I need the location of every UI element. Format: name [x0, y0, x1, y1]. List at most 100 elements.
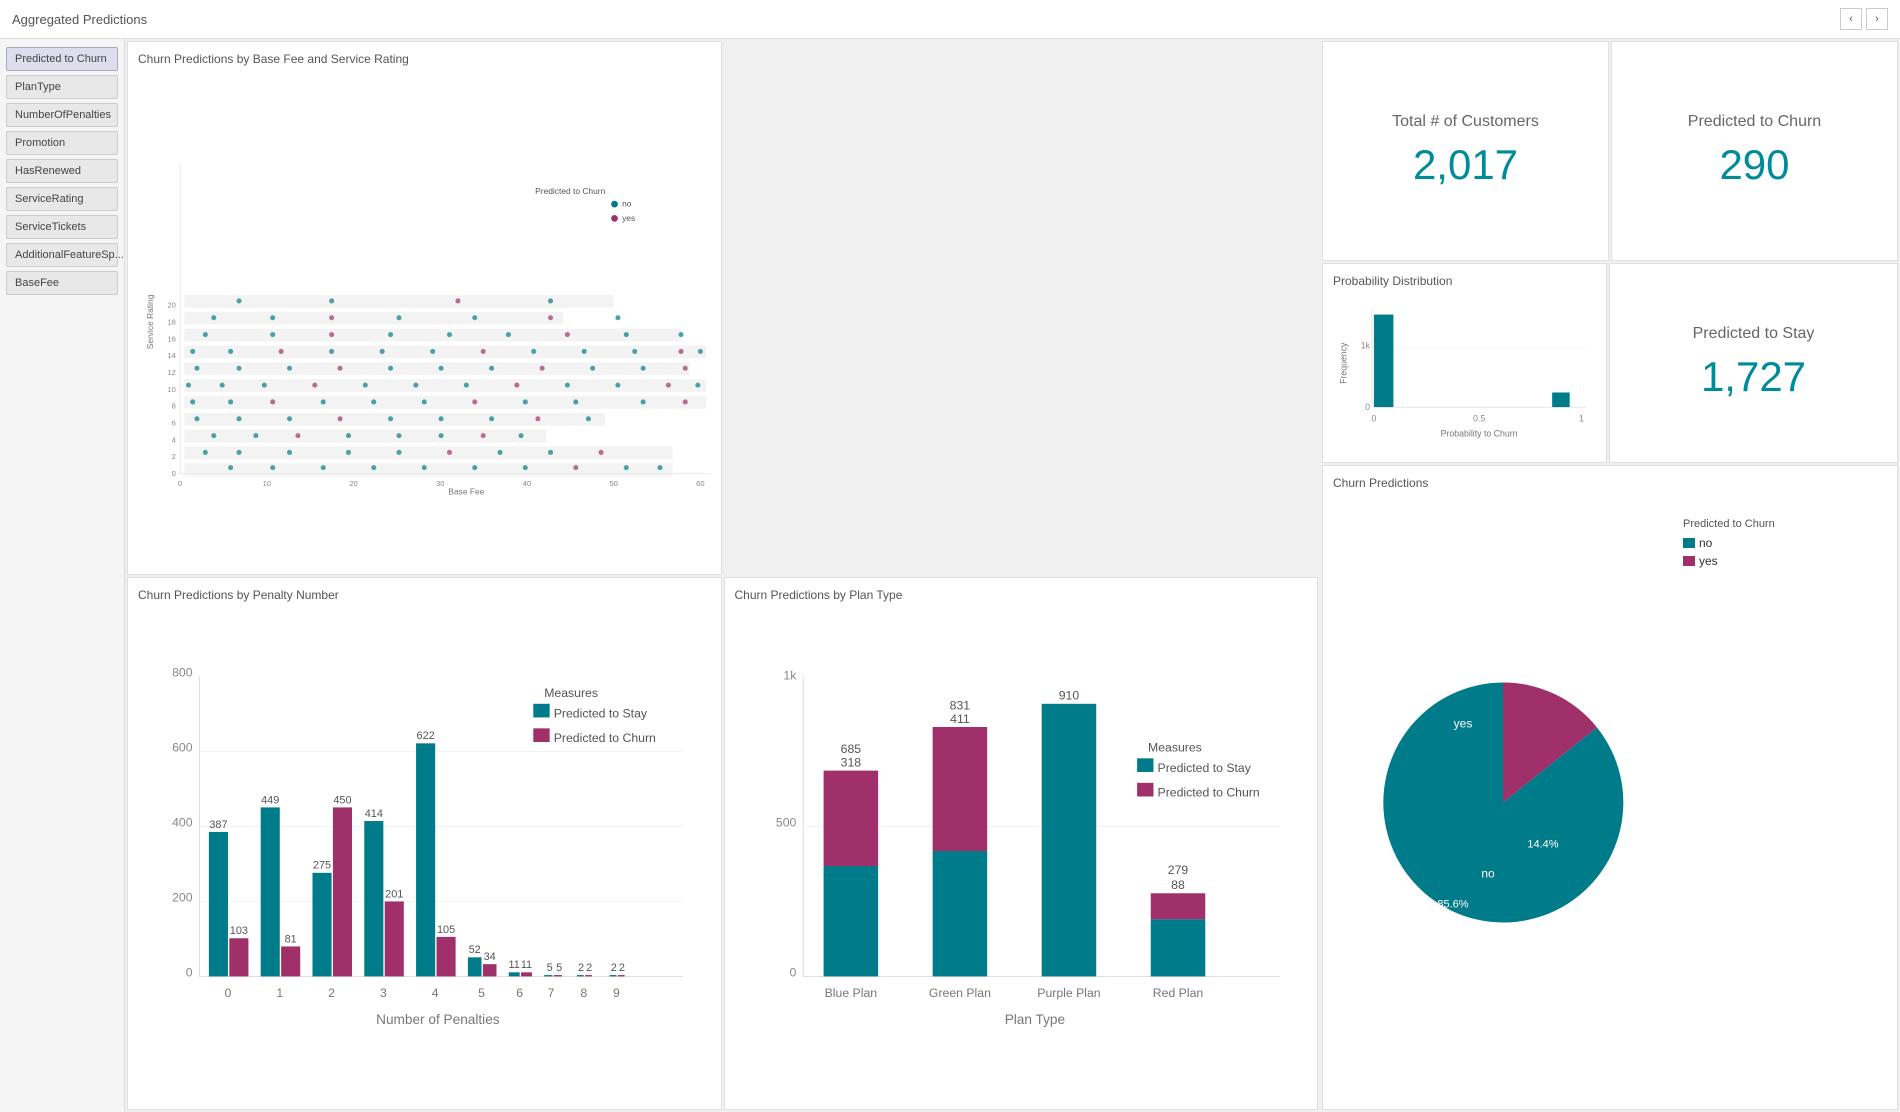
- svg-text:0: 0: [178, 479, 182, 488]
- svg-text:414: 414: [365, 807, 383, 819]
- svg-text:60: 60: [696, 479, 704, 488]
- svg-text:2: 2: [619, 961, 625, 973]
- svg-text:411: 411: [950, 711, 970, 725]
- svg-text:3: 3: [380, 985, 387, 999]
- svg-text:0: 0: [1371, 414, 1376, 424]
- svg-text:Probability to Churn: Probability to Churn: [1441, 428, 1518, 438]
- svg-text:yes: yes: [1454, 717, 1473, 731]
- svg-text:831: 831: [949, 698, 970, 712]
- svg-text:103: 103: [230, 925, 248, 937]
- svg-text:8: 8: [172, 402, 176, 411]
- svg-text:685: 685: [840, 741, 861, 755]
- svg-text:20: 20: [167, 301, 175, 310]
- svg-text:Frequency: Frequency: [1339, 342, 1349, 384]
- svg-text:16: 16: [167, 334, 175, 343]
- svg-text:Measures: Measures: [1148, 740, 1202, 754]
- scatter-panel: Churn Predictions by Base Fee and Servic…: [127, 41, 722, 575]
- svg-text:1: 1: [276, 985, 283, 999]
- svg-text:85.6%: 85.6%: [1437, 899, 1468, 911]
- svg-text:105: 105: [437, 923, 455, 935]
- svg-text:11: 11: [509, 959, 520, 971]
- svg-text:18: 18: [167, 317, 175, 326]
- svg-text:7: 7: [548, 985, 555, 999]
- prob-dist-svg: Frequency 1k 0 0 0.5 1 Probability to: [1333, 296, 1596, 450]
- churn-predictions-title: Churn Predictions: [1333, 476, 1887, 490]
- sidebar-item-servicetickets[interactable]: ServiceTickets: [6, 215, 118, 239]
- sidebar-item-predicted-to-churn[interactable]: Predicted to Churn: [6, 47, 118, 71]
- svg-text:0: 0: [225, 985, 232, 999]
- svg-text:no: no: [1481, 867, 1495, 881]
- svg-text:yes: yes: [622, 213, 635, 223]
- svg-text:12: 12: [167, 368, 175, 377]
- svg-text:318: 318: [840, 755, 861, 769]
- legend-no: no: [1683, 536, 1775, 550]
- svg-text:2: 2: [586, 961, 592, 973]
- svg-text:279: 279: [1167, 863, 1188, 877]
- svg-text:0: 0: [789, 965, 796, 979]
- predicted-stay-label: Predicted to Stay: [1693, 325, 1815, 343]
- bar-plan-panel: Churn Predictions by Plan Type 0 500 1k …: [724, 577, 1319, 1111]
- sidebar-item-plantype[interactable]: PlanType: [6, 75, 118, 99]
- svg-text:4: 4: [172, 435, 176, 444]
- total-customers-card: Total # of Customers 2,017: [1322, 41, 1609, 261]
- svg-text:11: 11: [521, 959, 532, 971]
- svg-text:0.5: 0.5: [1473, 414, 1485, 424]
- svg-text:Green Plan: Green Plan: [928, 985, 990, 999]
- svg-text:0: 0: [1365, 402, 1370, 412]
- predicted-churn-label: Predicted to Churn: [1688, 113, 1821, 131]
- bar-plan-title: Churn Predictions by Plan Type: [735, 588, 1308, 602]
- svg-text:600: 600: [172, 740, 193, 754]
- bar-penalty-panel: Churn Predictions by Penalty Number 0 20…: [127, 577, 722, 1111]
- svg-text:34: 34: [484, 951, 496, 963]
- svg-text:910: 910: [1058, 688, 1079, 702]
- predicted-stay-value: 1,727: [1701, 353, 1806, 401]
- svg-text:9: 9: [613, 985, 620, 999]
- sidebar-item-promotion[interactable]: Promotion: [6, 131, 118, 155]
- svg-text:387: 387: [209, 818, 227, 830]
- svg-text:1k: 1k: [1361, 341, 1371, 351]
- sidebar: Predicted to Churn PlanType NumberOfPena…: [0, 39, 125, 1112]
- svg-text:52: 52: [469, 944, 481, 956]
- svg-text:449: 449: [261, 794, 279, 806]
- svg-text:Predicted to Churn: Predicted to Churn: [554, 730, 656, 744]
- svg-text:Blue Plan: Blue Plan: [824, 985, 877, 999]
- svg-text:Purple Plan: Purple Plan: [1037, 985, 1101, 999]
- sidebar-item-hasrenewed[interactable]: HasRenewed: [6, 159, 118, 183]
- legend-yes: yes: [1683, 554, 1775, 568]
- svg-text:5: 5: [547, 961, 553, 973]
- predicted-churn-card: Predicted to Churn 290: [1611, 41, 1898, 261]
- svg-text:Number of Penalties: Number of Penalties: [376, 1012, 500, 1027]
- app-header: Aggregated Predictions ‹ ›: [0, 0, 1900, 39]
- sidebar-item-additionalfeature[interactable]: AdditionalFeatureSp...: [6, 243, 118, 267]
- churn-predictions-panel: Churn Predictions y: [1322, 465, 1898, 1110]
- sidebar-item-basefee[interactable]: BaseFee: [6, 271, 118, 295]
- svg-text:10: 10: [167, 385, 175, 394]
- svg-text:88: 88: [1171, 878, 1185, 892]
- sidebar-item-numberofpenalties[interactable]: NumberOfPenalties: [6, 103, 118, 127]
- predicted-stay-card: Predicted to Stay 1,727: [1609, 263, 1898, 463]
- scatter-svg: Service Rating Base Fee 0 2 4 6 8 10 12 …: [138, 74, 711, 562]
- svg-text:10: 10: [263, 479, 271, 488]
- legend-yes-label: yes: [1699, 554, 1718, 568]
- svg-text:200: 200: [172, 890, 193, 904]
- prob-dist-panel: Probability Distribution Frequency 1k 0: [1322, 263, 1607, 463]
- svg-text:2: 2: [611, 961, 617, 973]
- svg-text:2: 2: [172, 452, 176, 461]
- svg-text:30: 30: [436, 479, 444, 488]
- nav-next[interactable]: ›: [1866, 8, 1888, 30]
- app-title: Aggregated Predictions: [12, 12, 147, 27]
- sidebar-item-servicerating[interactable]: ServiceRating: [6, 187, 118, 211]
- svg-text:6: 6: [516, 985, 523, 999]
- svg-text:Red Plan: Red Plan: [1152, 985, 1203, 999]
- nav-arrows: ‹ ›: [1840, 8, 1888, 30]
- nav-prev[interactable]: ‹: [1840, 8, 1862, 30]
- svg-text:14.4%: 14.4%: [1527, 839, 1558, 851]
- bar-plan-svg: 0 500 1k 367 318 Blue Plan 685 420 411: [735, 610, 1308, 1098]
- svg-text:450: 450: [333, 794, 351, 806]
- predicted-churn-value: 290: [1719, 141, 1789, 189]
- svg-text:Predicted to Churn: Predicted to Churn: [535, 186, 605, 196]
- svg-text:20: 20: [349, 479, 357, 488]
- legend-no-label: no: [1699, 536, 1712, 550]
- svg-text:no: no: [622, 199, 632, 209]
- svg-text:0: 0: [186, 965, 193, 979]
